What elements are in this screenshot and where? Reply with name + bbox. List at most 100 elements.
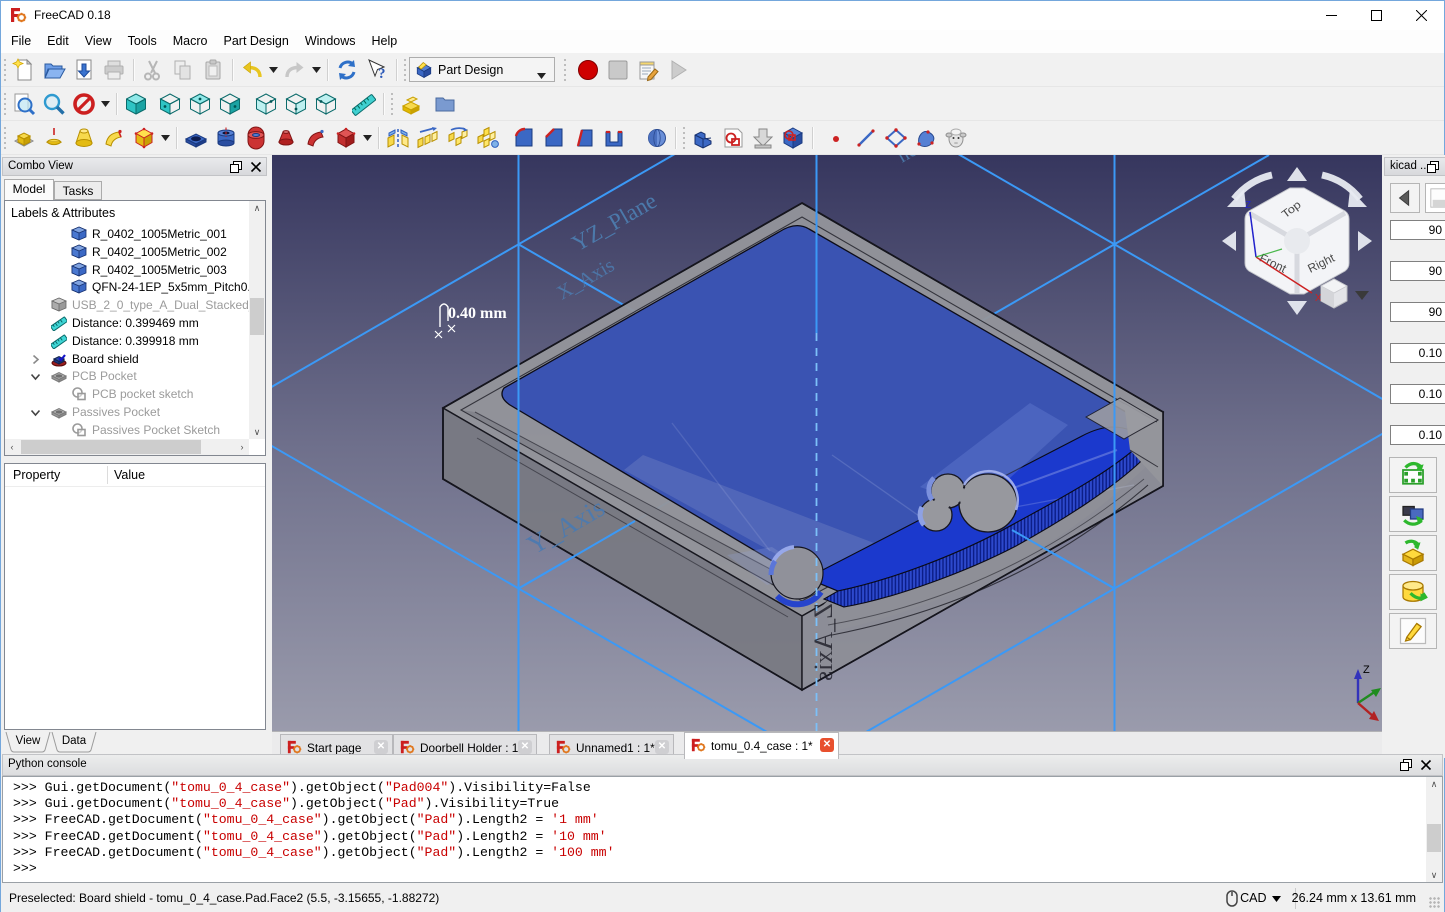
mirrored-button[interactable] xyxy=(383,123,413,153)
tab-view[interactable]: View xyxy=(5,732,51,752)
thickness-button[interactable] xyxy=(599,123,629,153)
view-top-button[interactable] xyxy=(185,89,215,119)
value-column-header[interactable]: Value xyxy=(114,468,145,482)
toolbar-grip[interactable] xyxy=(561,57,569,83)
folder-group-button[interactable] xyxy=(430,89,460,119)
draft-button[interactable] xyxy=(569,123,599,153)
kicad-field-0[interactable]: 90 xyxy=(1390,220,1445,240)
toolbar-dropdown-icon[interactable] xyxy=(159,123,172,153)
measure-distance-button[interactable] xyxy=(349,89,379,119)
revolution-button[interactable] xyxy=(39,123,69,153)
console-scrollbar[interactable]: ∧ ∨ xyxy=(1426,777,1442,882)
minimize-button[interactable] xyxy=(1309,1,1354,30)
refresh-button[interactable] xyxy=(332,55,362,85)
scroll-down-icon[interactable]: ∨ xyxy=(249,425,265,439)
scroll-up-icon[interactable]: ∧ xyxy=(249,201,265,215)
resize-grip[interactable] xyxy=(1429,897,1441,909)
redo-button[interactable] xyxy=(280,55,310,85)
pad-button[interactable] xyxy=(9,123,39,153)
create-sketch-button[interactable] xyxy=(718,123,748,153)
sketch-rhombus-button[interactable] xyxy=(881,123,911,153)
undo-button[interactable] xyxy=(237,55,267,85)
paste-button[interactable] xyxy=(198,55,228,85)
save-button[interactable] xyxy=(69,55,99,85)
scroll-up-icon[interactable]: ∧ xyxy=(1426,777,1442,791)
kicad-field-5[interactable]: 0.10 xyxy=(1390,425,1445,445)
nav-style-dropdown[interactable]: CAD xyxy=(1240,891,1281,905)
additive-primitive-button[interactable] xyxy=(129,123,159,153)
subtractive-primitive-button[interactable] xyxy=(331,123,361,153)
shapebinder-button[interactable] xyxy=(778,123,808,153)
hole-button[interactable] xyxy=(211,123,241,153)
scroll-down-icon[interactable]: ∨ xyxy=(1426,868,1442,882)
toolbar-grip[interactable] xyxy=(388,91,396,117)
view-right-button[interactable] xyxy=(215,89,245,119)
create-body-button[interactable] xyxy=(688,123,718,153)
kicad-field-2[interactable]: 90 xyxy=(1390,302,1445,322)
subtractive-pipe-button[interactable] xyxy=(301,123,331,153)
subtractive-loft-button[interactable] xyxy=(271,123,301,153)
kicad-box-push-button[interactable] xyxy=(1389,535,1437,571)
print-button[interactable] xyxy=(99,55,129,85)
draw-style-button[interactable] xyxy=(69,89,99,119)
tree-expander-icon[interactable] xyxy=(31,406,41,416)
combo-view-titlebar[interactable]: Combo View xyxy=(2,157,267,176)
close-panel-icon[interactable] xyxy=(1420,759,1432,771)
whatsthis-button[interactable]: ? xyxy=(362,55,392,85)
tree-vertical-scrollbar[interactable]: ∧ ∨ xyxy=(249,201,265,439)
menu-windows[interactable]: Windows xyxy=(297,30,364,53)
kicad-field-1[interactable]: 90 xyxy=(1390,261,1445,281)
close-tab-icon[interactable]: ✕ xyxy=(655,740,669,754)
zoom-box-button[interactable] xyxy=(39,89,69,119)
toolbar-dropdown-icon[interactable] xyxy=(99,89,112,119)
float-panel-icon[interactable] xyxy=(230,161,242,173)
menu-macro[interactable]: Macro xyxy=(165,30,216,53)
python-console-body[interactable]: >>> Gui.getDocument("tomu_0_4_case").get… xyxy=(2,776,1443,883)
pocket-button[interactable] xyxy=(181,123,211,153)
additive-loft-button[interactable] xyxy=(69,123,99,153)
linear-pattern-button[interactable] xyxy=(413,123,443,153)
copy-button[interactable] xyxy=(168,55,198,85)
view-front-button[interactable] xyxy=(155,89,185,119)
fit-all-button[interactable] xyxy=(9,89,39,119)
toolbar-grip[interactable] xyxy=(1,91,9,117)
toolbar-grip[interactable] xyxy=(680,125,688,151)
open-folder-button[interactable] xyxy=(39,55,69,85)
view-bottom-button[interactable] xyxy=(281,89,311,119)
fillet-button[interactable] xyxy=(509,123,539,153)
sketch-bspline-button[interactable] xyxy=(911,123,941,153)
close-tab-icon[interactable]: ✕ xyxy=(374,740,388,754)
sketch-line-button[interactable] xyxy=(851,123,881,153)
menu-view[interactable]: View xyxy=(77,30,120,53)
menu-help[interactable]: Help xyxy=(364,30,406,53)
close-panel-icon[interactable] xyxy=(250,161,262,173)
float-panel-icon[interactable] xyxy=(1400,759,1412,771)
close-tab-icon[interactable]: ✕ xyxy=(518,740,532,754)
tree-expander-icon[interactable] xyxy=(31,353,41,363)
close-button[interactable] xyxy=(1399,1,1444,30)
groove-button[interactable] xyxy=(241,123,271,153)
sheep-button[interactable] xyxy=(941,123,971,153)
boolean-sphere-button[interactable] xyxy=(641,123,671,153)
scrollbar-thumb[interactable] xyxy=(1427,824,1441,852)
tree-expander-icon[interactable] xyxy=(31,370,41,380)
menu-file[interactable]: File xyxy=(3,30,39,53)
new-file-button[interactable] xyxy=(9,55,39,85)
menu-tools[interactable]: Tools xyxy=(120,30,165,53)
tree-horizontal-scrollbar[interactable]: ‹ › xyxy=(5,439,249,455)
navcube-minicube-icon[interactable] xyxy=(1321,279,1347,308)
kicad-field-3[interactable]: 0.10 xyxy=(1390,343,1445,363)
cut-button[interactable] xyxy=(138,55,168,85)
datum-plane-button[interactable] xyxy=(396,89,426,119)
scroll-right-icon[interactable]: › xyxy=(235,439,249,455)
toolbar-grip[interactable] xyxy=(1,57,9,83)
tab-model[interactable]: Model xyxy=(4,179,54,200)
title-bar[interactable]: FreeCAD 0.18 xyxy=(1,1,1444,30)
toolbar-dropdown-icon[interactable] xyxy=(310,55,323,85)
kicad-blank-button[interactable] xyxy=(1425,183,1445,213)
macro-record-button[interactable] xyxy=(573,55,603,85)
polar-pattern-button[interactable] xyxy=(443,123,473,153)
kicad-pencil-edit-button[interactable] xyxy=(1389,613,1437,649)
view-iso-button[interactable] xyxy=(121,89,151,119)
additive-pipe-button[interactable] xyxy=(99,123,129,153)
